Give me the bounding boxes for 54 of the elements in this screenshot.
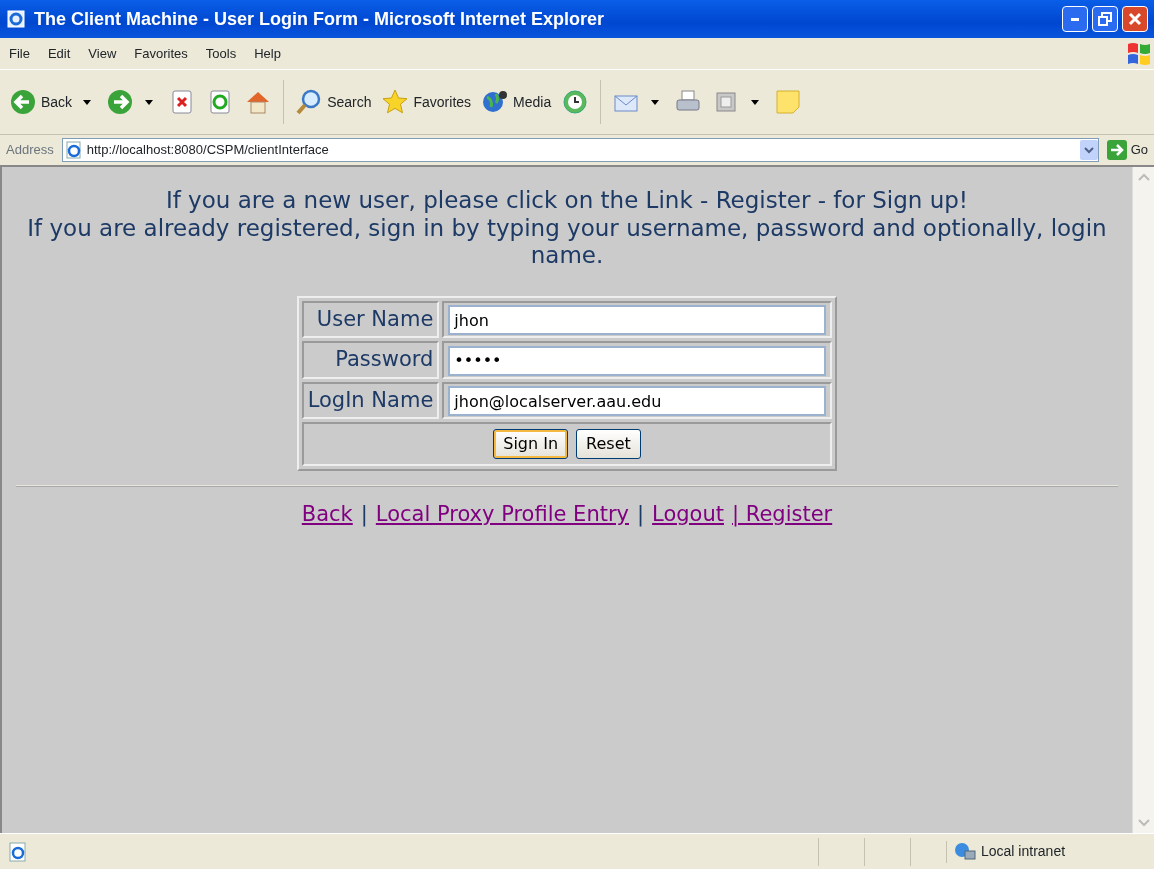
instruction-text: If you are a new user, please click on the Link - Register - for Sign up! bbox=[164, 187, 970, 215]
nav-link-text[interactable]: Logout bbox=[652, 499, 724, 531]
go-button[interactable]: Go bbox=[1106, 140, 1148, 160]
caret-icon[interactable] bbox=[651, 99, 660, 105]
input-field[interactable]: ••••• bbox=[448, 345, 827, 376]
menu-item[interactable]: View bbox=[79, 43, 126, 64]
url-text: http://localhost:8080/CSPM/clientInterface bbox=[86, 142, 329, 158]
scroll-up-icon[interactable] bbox=[1137, 173, 1150, 181]
page-icon bbox=[64, 141, 83, 159]
caret-icon[interactable] bbox=[83, 99, 92, 105]
scroll-down-icon[interactable] bbox=[1137, 819, 1150, 827]
back-button[interactable]: Back bbox=[6, 86, 76, 118]
note-icon bbox=[774, 88, 803, 116]
minimize-button[interactable] bbox=[1062, 6, 1088, 32]
reset-button[interactable]: Reset bbox=[576, 429, 641, 460]
browser-icon bbox=[6, 9, 26, 29]
field-label: LogIn Name bbox=[307, 387, 434, 412]
restore-button[interactable] bbox=[1092, 6, 1118, 32]
close-icon bbox=[1128, 12, 1142, 26]
star-icon bbox=[381, 88, 410, 116]
page-status-icon bbox=[8, 841, 28, 862]
caret-icon[interactable] bbox=[751, 99, 760, 105]
menu-item[interactable]: Edit bbox=[38, 43, 80, 64]
input-field[interactable]: jhon@localserver.aau.edu bbox=[448, 386, 827, 417]
sign-in-button[interactable]: Sign In bbox=[493, 429, 569, 460]
menu-item[interactable]: Help bbox=[245, 43, 290, 64]
network-icon bbox=[953, 840, 977, 863]
media-button[interactable]: Media bbox=[478, 86, 555, 118]
clock-icon bbox=[561, 88, 590, 116]
menu-item[interactable]: File bbox=[0, 43, 39, 64]
field-label: User Name bbox=[316, 306, 434, 331]
separator: | bbox=[637, 501, 645, 529]
address-label: Address bbox=[6, 141, 54, 160]
minimize-icon bbox=[1071, 17, 1079, 21]
instruction-text: If you are already registered, sign in by typing your username, password and optionally, login name. bbox=[26, 214, 1108, 270]
zone-label: Local intranet bbox=[981, 842, 1066, 861]
window-title: The Client Machine - User Login Form - Microsoft Internet Explorer bbox=[34, 7, 606, 31]
field-label: Password bbox=[335, 347, 434, 372]
input-field[interactable]: jhon bbox=[448, 305, 827, 336]
nav-link-text[interactable]: Local Proxy Profile Entry bbox=[375, 499, 629, 531]
restore-icon bbox=[1098, 12, 1112, 26]
menu-item[interactable]: Favorites bbox=[125, 43, 197, 64]
search-button[interactable]: Search bbox=[292, 86, 375, 118]
separator: | bbox=[360, 501, 368, 529]
close-button[interactable] bbox=[1122, 6, 1148, 32]
nav-link-text[interactable]: | Register bbox=[732, 499, 833, 531]
caret-icon[interactable] bbox=[145, 99, 154, 105]
address-field[interactable]: http://localhost:8080/CSPM/clientInterface bbox=[61, 138, 1099, 162]
menu-item[interactable]: Tools bbox=[196, 43, 246, 64]
nav-link-text[interactable]: Back bbox=[301, 499, 353, 531]
scrollbar[interactable] bbox=[1132, 167, 1154, 833]
go-arrow-icon bbox=[1106, 140, 1127, 160]
dropdown-icon[interactable] bbox=[1079, 140, 1098, 160]
favorites-button[interactable]: Favorites bbox=[378, 86, 475, 118]
